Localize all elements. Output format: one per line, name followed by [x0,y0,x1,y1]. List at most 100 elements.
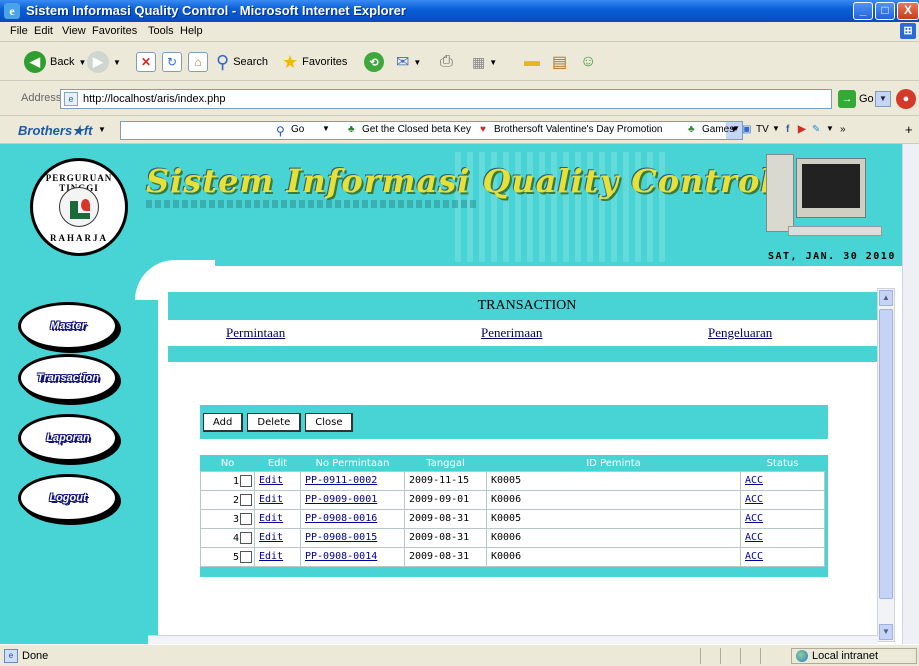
history-button[interactable]: ⟲ [364,50,384,74]
content-frame-scrollbar[interactable]: ▲ ▼ [877,288,895,642]
menu-tools[interactable]: Tools [148,25,174,37]
col-status[interactable]: Status [740,456,825,471]
row-no-cell: 2 [200,489,255,510]
mail-button[interactable]: ✉ ▼ [396,50,421,74]
minimize-button[interactable]: _ [853,2,873,20]
row-no-cell: 1 [200,470,255,491]
refresh-button[interactable]: ↻ [162,50,182,74]
stop-button[interactable]: ✕ [136,50,156,74]
link-pengeluaran[interactable]: Pengeluaran [708,325,772,341]
row-id-peminta: K0006 [486,489,741,510]
window-titlebar[interactable]: e Sistem Informasi Quality Control - Mic… [0,0,919,22]
row-no-cell: 5 [200,546,255,567]
back-label: Back [50,56,75,68]
tv-menu[interactable]: TV [756,124,769,135]
back-button[interactable]: ◀ Back ▼ [24,50,86,74]
horizontal-scrollbar[interactable] [148,635,878,644]
youtube-icon[interactable]: ▶ [798,124,806,135]
row-status-link[interactable]: ACC [745,532,763,543]
brothersoft-go-button[interactable]: Go [291,124,304,135]
window-vertical-scrollbar[interactable] [902,144,919,644]
discuss-button[interactable]: ▬ [524,50,540,74]
table-row: 3 Edit PP-0908-0016 2009-08-31 K0005 ACC [200,508,825,529]
address-dropdown-icon[interactable]: ▼ [875,91,891,107]
facebook-icon[interactable]: f [786,124,789,135]
close-grid-button[interactable]: Close [305,413,354,432]
favorites-button[interactable]: ★ Favorites [282,50,347,74]
col-id-peminta[interactable]: ID Peminta [486,456,741,471]
delete-button[interactable]: Delete [247,413,302,432]
menu-help[interactable]: Help [180,25,203,37]
nav-master-button[interactable]: Master [18,302,118,350]
brothersoft-menu-icon[interactable]: ▼ [98,125,106,134]
row-checkbox[interactable] [240,531,252,544]
nav-transaction-button[interactable]: Transaction [18,354,118,402]
security-zone[interactable]: Local intranet [791,648,917,664]
col-no-permintaan[interactable]: No Permintaan [300,456,405,471]
row-no-permintaan-link[interactable]: PP-0909-0001 [305,494,377,505]
history-icon: ⟲ [364,52,384,72]
beta-key-link[interactable]: Get the Closed beta Key [362,124,471,135]
research-icon: ▤ [552,54,568,71]
address-field[interactable]: e http://localhost/aris/index.php ▼ [60,89,891,109]
research-button[interactable]: ▤ [552,50,567,74]
link-penerimaan[interactable]: Penerimaan [481,325,542,341]
row-status-link[interactable]: ACC [745,551,763,562]
emblem-bottom-text: RAHARJA [50,233,108,243]
social-dropdown-icon[interactable]: ▼ [826,124,834,133]
row-no-permintaan-link[interactable]: PP-0908-0015 [305,532,377,543]
row-edit-link[interactable]: Edit [259,513,283,524]
menu-file[interactable]: File [10,25,28,37]
row-checkbox[interactable] [240,550,252,563]
row-status-link[interactable]: ACC [745,494,763,505]
edit-page-button[interactable]: ▦ ▼ [472,50,497,74]
row-edit-link[interactable]: Edit [259,475,283,486]
row-status-link[interactable]: ACC [745,513,763,524]
row-no-permintaan-link[interactable]: PP-0908-0016 [305,513,377,524]
row-checkbox[interactable] [240,512,252,525]
scroll-thumb[interactable] [879,309,893,599]
row-no-permintaan-link[interactable]: PP-0911-0002 [305,475,377,486]
row-no-permintaan-link[interactable]: PP-0908-0014 [305,551,377,562]
maximize-button[interactable]: □ [875,2,895,20]
add-toolbar-icon[interactable]: + [905,122,913,137]
brothersoft-search-icon[interactable]: ⚲ [276,124,285,138]
go-dropdown-icon[interactable]: ▼ [322,124,330,133]
row-edit-link[interactable]: Edit [259,532,283,543]
forward-button[interactable]: ▶ ▼ [87,50,121,74]
nav-laporan-button[interactable]: Laporan [18,414,118,462]
col-tanggal[interactable]: Tanggal [404,456,487,471]
row-edit-link[interactable]: Edit [259,494,283,505]
row-edit-link[interactable]: Edit [259,551,283,562]
search-label: Search [233,56,269,68]
games-menu[interactable]: Games [702,124,734,135]
addon-icon[interactable]: ● [896,89,916,109]
games-dropdown-icon[interactable]: ▼ [732,124,740,133]
tv-dropdown-icon[interactable]: ▼ [772,124,780,133]
menu-view[interactable]: View [62,25,86,37]
search-button[interactable]: ⚲ Search [216,50,268,74]
home-button[interactable]: ⌂ [188,50,208,74]
valentine-promo-link[interactable]: Brothersoft Valentine's Day Promotion [494,124,662,135]
row-status-link[interactable]: ACC [745,475,763,486]
blog-icon[interactable]: ✎ [812,124,820,135]
scroll-down-icon[interactable]: ▼ [879,624,893,640]
col-edit[interactable]: Edit [254,456,301,471]
menu-edit[interactable]: Edit [34,25,53,37]
row-checkbox[interactable] [240,493,252,506]
messenger-button[interactable]: ☺ [580,50,596,74]
nav-laporan-label: Laporan [46,432,90,444]
row-number: 3 [232,513,239,525]
go-button[interactable]: → Go [838,90,874,108]
nav-logout-button[interactable]: Logout [18,474,118,522]
more-chevron-icon[interactable]: » [840,124,846,135]
close-button[interactable]: X [897,2,919,20]
row-number: 4 [232,532,239,544]
row-checkbox[interactable] [240,474,252,487]
add-button[interactable]: Add [203,413,244,432]
link-permintaan[interactable]: Permintaan [226,325,285,341]
scroll-up-icon[interactable]: ▲ [879,290,893,306]
col-no[interactable]: No [200,456,255,471]
menu-favorites[interactable]: Favorites [92,25,137,37]
print-button[interactable]: ⎙ [440,50,453,74]
